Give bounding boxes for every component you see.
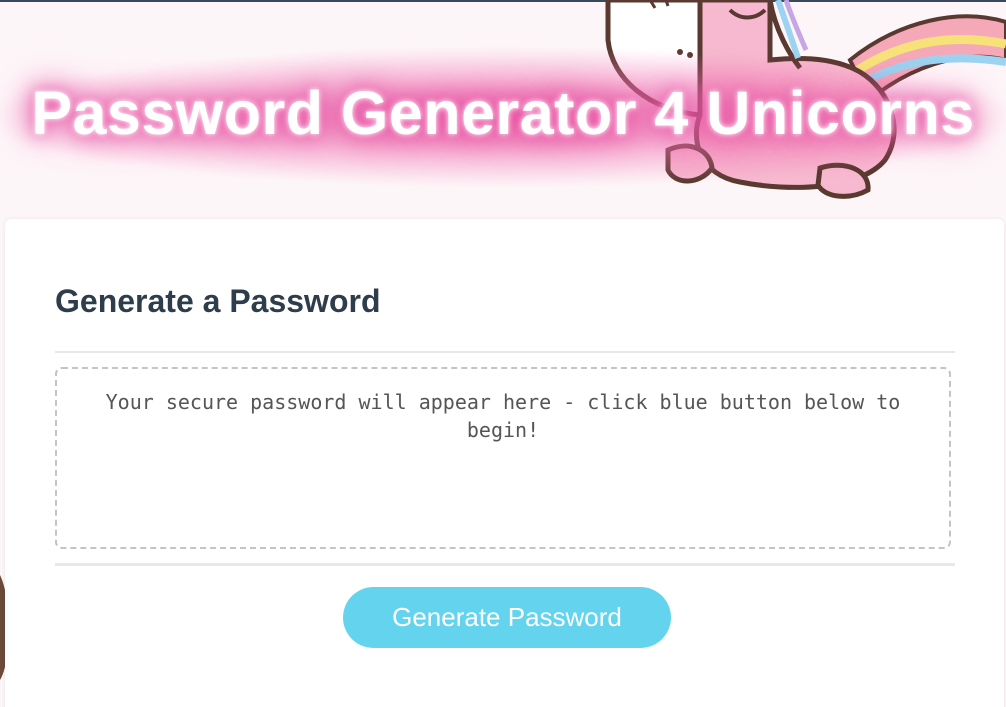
page-title: Password Generator 4 Unicorns [31, 79, 975, 147]
password-card: Generate a Password Generate Password [5, 219, 1004, 707]
card-title: Generate a Password [55, 283, 381, 319]
card-header-divider [55, 351, 955, 353]
generate-password-button[interactable]: Generate Password [343, 587, 671, 648]
card-footer-divider [55, 563, 955, 566]
password-output-field[interactable] [55, 367, 951, 549]
page: Password Generator 4 Unicorns Generate a… [0, 0, 1006, 707]
